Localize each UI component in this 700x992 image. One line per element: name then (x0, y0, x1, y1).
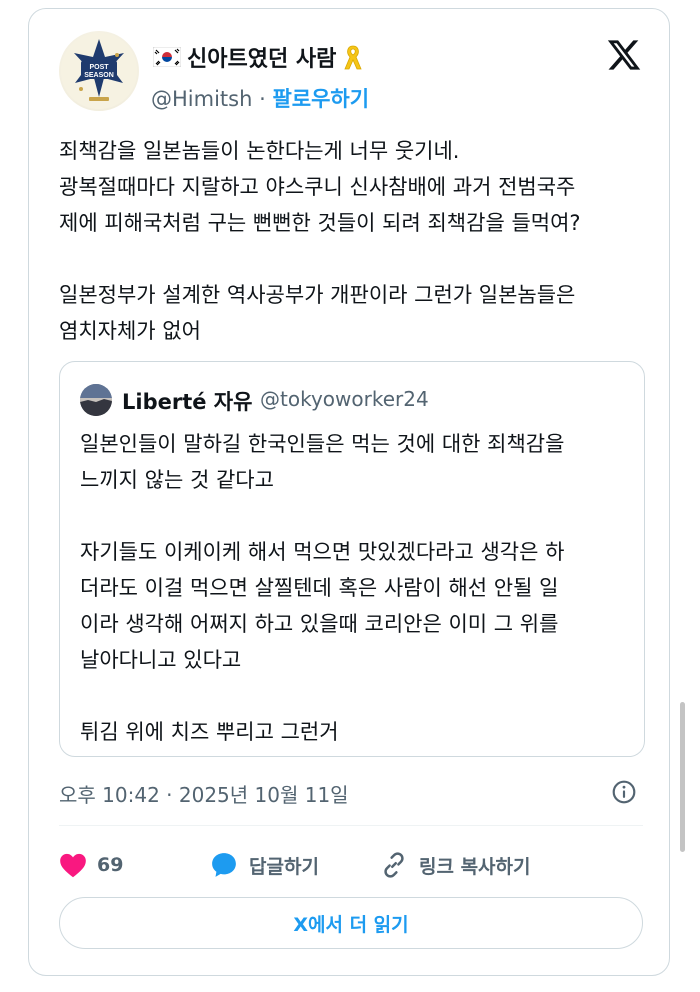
handle-separator: · (259, 87, 266, 111)
heart-icon (60, 853, 86, 878)
post-season-logo: POST SEASON (61, 33, 137, 109)
scrollbar-thumb[interactable] (680, 702, 685, 852)
tweet-timestamp[interactable]: 오후 10:42 · 2025년 10월 11일 (59, 779, 349, 808)
tweet-card: POST SEASON 신아트였던 사람 @Himitsh · 팔로우하기 죄책… (28, 8, 670, 976)
svg-text:SEASON: SEASON (84, 72, 114, 79)
link-icon (384, 852, 404, 878)
read-more-button[interactable]: X에서 더 읽기 (59, 897, 643, 949)
quoted-author-handle: @tokyoworker24 (260, 387, 429, 411)
tweet-actions: 69 답글하기 링크 복사하기 (59, 843, 531, 887)
quoted-author-avatar[interactable] (80, 384, 112, 416)
like-count: 69 (97, 854, 124, 876)
landscape-photo (80, 384, 112, 416)
x-logo-icon[interactable] (605, 37, 643, 73)
quoted-tweet-text: 일본인들이 말하길 한국인들은 먹는 것에 대한 죄책감을 느끼지 않는 것 같… (80, 432, 565, 744)
yellow-ribbon-icon (344, 45, 362, 70)
author-avatar[interactable]: POST SEASON (59, 31, 139, 111)
divider (59, 825, 643, 826)
avatar-text: POST (89, 64, 109, 71)
reply-button[interactable]: 답글하기 (209, 850, 379, 880)
korea-flag-icon (153, 47, 181, 67)
follow-button[interactable]: 팔로우하기 (272, 87, 369, 111)
info-icon[interactable] (611, 779, 637, 805)
author-handle[interactable]: @Himitsh (151, 87, 252, 111)
quoted-author-name: Liberté 자유 (122, 390, 253, 414)
speech-bubble-icon (212, 853, 236, 877)
author-display-name[interactable]: 신아트였던 사람 (153, 41, 364, 73)
like-button[interactable]: 69 (59, 852, 209, 878)
reply-label: 답글하기 (249, 855, 319, 878)
quoted-tweet[interactable]: Liberté 자유 @tokyoworker24 일본인들이 말하길 한국인들… (59, 361, 645, 757)
copy-link-button[interactable]: 링크 복사하기 (379, 850, 531, 880)
tweet-text: 죄책감을 일본놈들이 논한다는게 너무 웃기네. 광복절때마다 지랄하고 야스쿠… (59, 139, 581, 343)
author-name-text: 신아트였던 사람 (187, 47, 337, 72)
copy-link-label: 링크 복사하기 (419, 855, 531, 878)
author-handle-row: @Himitsh · 팔로우하기 (151, 83, 369, 113)
